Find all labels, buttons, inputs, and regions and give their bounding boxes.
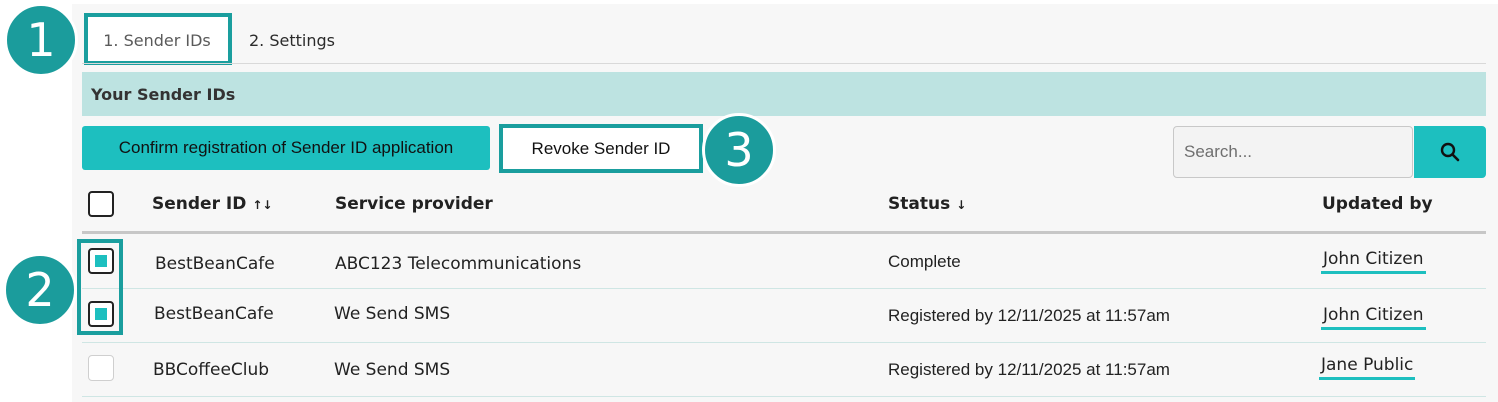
row-divider <box>82 396 1486 397</box>
row-2-checkbox[interactable] <box>88 301 114 327</box>
row-divider <box>82 288 1486 289</box>
status-header-label: Status <box>888 194 951 214</box>
row-3-updated-by-link[interactable]: Jane Public <box>1319 355 1416 380</box>
row-2-service-provider: We Send SMS <box>334 304 451 324</box>
search-icon <box>1440 142 1460 162</box>
sort-down-icon[interactable]: ↓ <box>956 198 966 212</box>
row-1-checkbox[interactable] <box>88 248 114 274</box>
column-header-service-provider: Service provider <box>335 194 493 214</box>
row-2-status: Registered by 12/11/2025 at 11:57am <box>888 306 1170 325</box>
row-3-sender-id: BBCoffeeClub <box>153 360 270 380</box>
sort-both-icon[interactable]: ↑↓ <box>252 198 272 212</box>
row-2-sender-id: BestBeanCafe <box>154 304 274 324</box>
row-1-updated-by-link[interactable]: John Citizen <box>1321 249 1426 274</box>
tab-sender-ids[interactable]: 1. Sender IDs <box>86 16 228 64</box>
row-3-service-provider: We Send SMS <box>334 360 451 380</box>
select-all-checkbox[interactable] <box>88 191 114 217</box>
row-divider <box>82 342 1486 343</box>
row-1-status: Complete <box>888 252 961 271</box>
table-header-divider <box>82 231 1486 234</box>
column-header-updated-by: Updated by <box>1322 194 1433 214</box>
search-button[interactable] <box>1414 126 1486 178</box>
row-1-sender-id: BestBeanCafe <box>155 254 275 274</box>
confirm-registration-button[interactable]: Confirm registration of Sender ID applic… <box>82 126 490 170</box>
revoke-sender-id-button[interactable]: Revoke Sender ID <box>499 124 703 173</box>
sender-id-header-label: Sender ID <box>152 194 247 214</box>
row-2-updated-by-link[interactable]: John Citizen <box>1321 305 1426 330</box>
callout-3: 3 <box>702 113 776 187</box>
callout-1: 1 <box>4 3 78 77</box>
tab-divider <box>82 63 1486 64</box>
section-header: Your Sender IDs <box>82 72 1486 116</box>
row-1-service-provider: ABC123 Telecommunications <box>335 254 582 274</box>
callout-2: 2 <box>3 253 77 327</box>
row-3-checkbox[interactable] <box>88 355 114 381</box>
column-header-sender-id[interactable]: Sender ID ↑↓ <box>152 194 272 214</box>
search-input[interactable] <box>1173 126 1413 178</box>
column-header-status[interactable]: Status ↓ <box>888 194 966 214</box>
row-3-status: Registered by 12/11/2025 at 11:57am <box>888 360 1170 379</box>
tab-settings[interactable]: 2. Settings <box>236 18 348 62</box>
section-title: Your Sender IDs <box>91 84 236 104</box>
